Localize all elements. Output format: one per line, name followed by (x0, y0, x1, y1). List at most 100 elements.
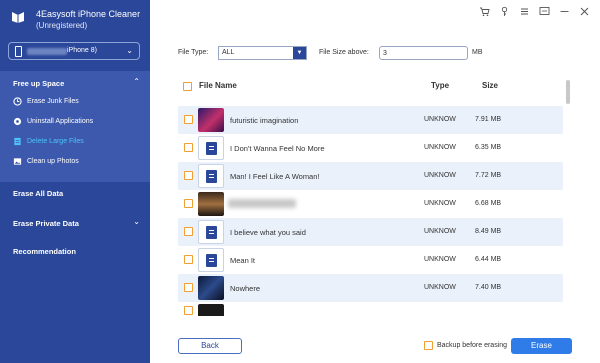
photo-icon (13, 157, 22, 165)
file-name: Man! I Feel Like A Woman! (230, 172, 320, 181)
table-row[interactable]: Nowhere UNKNOW 7.40 MB (178, 274, 563, 302)
file-name: I believe what you said (230, 228, 306, 237)
sidebar-item-erase-junk[interactable]: Erase Junk Files (13, 94, 79, 108)
image-thumbnail (198, 108, 224, 132)
row-checkbox[interactable] (184, 171, 193, 180)
row-checkbox[interactable] (184, 283, 193, 292)
chevron-down-icon[interactable]: ⌄ (133, 217, 140, 226)
document-icon (206, 170, 217, 183)
app-subtitle: (Unregistered) (36, 21, 88, 30)
sidebar-item-label: Erase Junk Files (27, 97, 79, 105)
table-row[interactable]: I believe what you said UNKNOW 8.49 MB (178, 218, 563, 246)
file-type: UNKNOW (424, 284, 456, 291)
blurred-file-name (228, 199, 296, 208)
file-size: 7.40 MB (475, 284, 502, 291)
file-type: UNKNOW (424, 172, 456, 179)
image-thumbnail (198, 276, 224, 300)
app-title: 4Easysoft iPhone Cleaner (36, 9, 141, 19)
table-row[interactable]: Man! I Feel Like A Woman! UNKNOW 7.72 MB (178, 162, 563, 190)
file-type-value: ALL (222, 49, 235, 56)
key-icon[interactable] (499, 6, 510, 17)
column-header-name: File Name (199, 81, 237, 90)
row-checkbox[interactable] (184, 255, 193, 264)
file-type: UNKNOW (424, 256, 456, 263)
file-type: UNKNOW (424, 200, 456, 207)
file-type-select[interactable]: ALL ▼ (218, 46, 307, 60)
sidebar-item-erase-private-data[interactable]: Erase Private Data (13, 219, 79, 228)
document-icon (206, 226, 217, 239)
table-row[interactable]: futuristic imagination UNKNOW 7.91 MB (178, 106, 563, 134)
select-all-checkbox[interactable] (183, 82, 192, 91)
app-icon (13, 117, 22, 125)
backup-checkbox[interactable] (424, 341, 433, 350)
app-logo-icon (12, 12, 24, 23)
back-button[interactable]: Back (178, 338, 242, 354)
image-thumbnail (198, 304, 224, 316)
file-type-label: File Type: (178, 49, 209, 56)
row-checkbox[interactable] (184, 227, 193, 236)
file-size: 7.91 MB (475, 116, 502, 123)
table-header: File Name Type Size (178, 78, 563, 96)
file-type: UNKNOW (424, 228, 456, 235)
row-checkbox[interactable] (184, 143, 193, 152)
sidebar: 4Easysoft iPhone Cleaner (Unregistered) … (0, 0, 150, 363)
chevron-down-icon: ⌄ (126, 46, 133, 55)
file-size-input[interactable] (379, 46, 468, 60)
menu-icon[interactable] (519, 6, 530, 17)
document-thumbnail (198, 136, 224, 160)
feedback-icon[interactable] (539, 6, 550, 17)
file-type: UNKNOW (424, 116, 456, 123)
file-size-unit: MB (472, 49, 483, 56)
close-icon[interactable] (579, 6, 590, 17)
file-name: Nowhere (230, 284, 261, 293)
document-icon (206, 142, 217, 155)
file-size-label: File Size above: (319, 49, 369, 56)
document-icon (206, 254, 217, 267)
file-icon (14, 137, 21, 145)
cart-icon[interactable] (479, 6, 490, 17)
sidebar-item-label: Uninstall Applications (27, 117, 94, 125)
minimize-icon[interactable] (559, 6, 570, 17)
sidebar-item-label: Clean up Photos (27, 157, 79, 165)
file-name: Mean It (230, 256, 256, 265)
backup-label: Backup before erasing (437, 342, 508, 349)
dropdown-arrow-icon[interactable]: ▼ (293, 47, 306, 59)
sidebar-item-label: Delete Large Files (27, 137, 84, 145)
table-row-partial[interactable] (178, 302, 563, 316)
erase-button[interactable]: Erase (511, 338, 572, 354)
phone-icon (15, 46, 22, 57)
file-name: futuristic imagination (230, 116, 299, 125)
sidebar-item-clean-photos[interactable]: Clean up Photos (13, 154, 79, 168)
sidebar-item-delete-large-files[interactable]: Delete Large Files (13, 134, 84, 148)
sidebar-item-erase-all-data[interactable]: Erase All Data (13, 189, 63, 198)
table-scrollbar[interactable] (566, 80, 570, 104)
sidebar-item-recommendation[interactable]: Recommendation (13, 247, 76, 256)
row-checkbox[interactable] (184, 199, 193, 208)
file-size: 8.49 MB (475, 228, 502, 235)
image-thumbnail (198, 192, 224, 216)
window-controls (479, 6, 590, 17)
device-name: iPhone 8) (67, 47, 97, 54)
backup-option[interactable]: Backup before erasing (424, 341, 507, 350)
file-size: 7.72 MB (475, 172, 502, 179)
file-size: 6.68 MB (475, 200, 502, 207)
column-header-size: Size (482, 81, 499, 90)
file-type: UNKNOW (424, 144, 456, 151)
free-up-space-section: Free up Space ⌃ Erase Junk Files Uninsta… (0, 71, 150, 182)
chevron-up-icon[interactable]: ⌃ (133, 77, 140, 86)
file-name: I Don't Wanna Feel No More (230, 144, 325, 153)
row-checkbox[interactable] (184, 306, 193, 315)
table-row[interactable]: I Don't Wanna Feel No More UNKNOW 6.35 M… (178, 134, 563, 162)
table-row[interactable]: UNKNOW 6.68 MB (178, 190, 563, 218)
file-size: 6.35 MB (475, 144, 502, 151)
blurred-device-name (27, 48, 67, 55)
free-up-space-heading[interactable]: Free up Space (13, 79, 64, 88)
row-checkbox[interactable] (184, 115, 193, 124)
device-selector[interactable]: iPhone 8) ⌄ (8, 42, 140, 60)
document-thumbnail (198, 220, 224, 244)
clock-icon (13, 96, 22, 106)
document-thumbnail (198, 164, 224, 188)
sidebar-item-uninstall-apps[interactable]: Uninstall Applications (13, 114, 93, 128)
table-row[interactable]: Mean It UNKNOW 6.44 MB (178, 246, 563, 274)
document-thumbnail (198, 248, 224, 272)
